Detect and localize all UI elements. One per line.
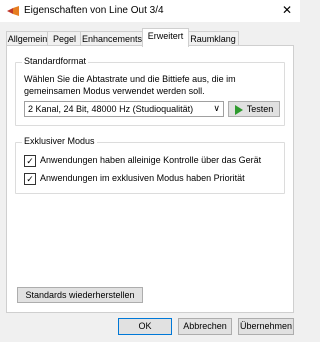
checkbox-exclusive-priority[interactable]: ✓ bbox=[24, 173, 36, 185]
play-icon bbox=[234, 104, 243, 115]
ok-button[interactable]: OK bbox=[118, 318, 172, 335]
close-button[interactable]: ✕ bbox=[280, 3, 294, 17]
chevron-down-icon: ∨ bbox=[213, 103, 220, 113]
exclusive-control-label: Anwendungen haben alleinige Kontrolle üb… bbox=[40, 155, 262, 165]
window-title: Eigenschaften von Line Out 3/4 bbox=[24, 5, 164, 16]
tab-allgemein[interactable]: Allgemein bbox=[6, 31, 49, 46]
format-select[interactable]: 2 Kanal, 24 Bit, 48000 Hz (Studioqualitä… bbox=[24, 101, 224, 117]
speaker-icon bbox=[7, 6, 19, 16]
title-bar: Eigenschaften von Line Out 3/4 ✕ bbox=[0, 0, 300, 22]
default-format-description: Wählen Sie die Abtastrate und die Bittie… bbox=[24, 74, 236, 96]
tab-strip: Allgemein Pegel Enhancements Erweitert R… bbox=[6, 28, 294, 47]
cancel-button[interactable]: Abbrechen bbox=[178, 318, 232, 335]
default-format-title: Standardformat bbox=[22, 56, 89, 66]
test-button[interactable]: Testen bbox=[228, 101, 280, 117]
exclusive-mode-group: Exklusiver Modus ✓ Anwendungen haben all… bbox=[15, 136, 285, 194]
restore-defaults-button[interactable]: Standards wiederherstellen bbox=[17, 287, 143, 303]
tab-panel: Standardformat Wählen Sie die Abtastrate… bbox=[6, 45, 294, 313]
checkbox-exclusive-control[interactable]: ✓ bbox=[24, 155, 36, 167]
tab-raumklang[interactable]: Raumklang bbox=[187, 31, 239, 46]
apply-button[interactable]: Übernehmen bbox=[238, 318, 294, 335]
default-format-group: Standardformat Wählen Sie die Abtastrate… bbox=[15, 56, 285, 126]
tab-enhancements[interactable]: Enhancements bbox=[80, 31, 144, 46]
format-select-value: 2 Kanal, 24 Bit, 48000 Hz (Studioqualitä… bbox=[28, 104, 194, 114]
tab-pegel[interactable]: Pegel bbox=[47, 31, 82, 46]
exclusive-priority-label: Anwendungen im exklusiven Modus haben Pr… bbox=[40, 173, 245, 183]
exclusive-mode-title: Exklusiver Modus bbox=[22, 136, 97, 146]
tab-erweitert[interactable]: Erweitert bbox=[142, 28, 189, 47]
